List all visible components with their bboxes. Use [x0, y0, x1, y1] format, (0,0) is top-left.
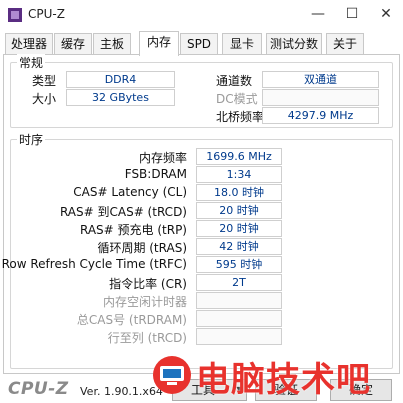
minimize-button[interactable]: —	[301, 0, 335, 30]
size-value: 32 GBytes	[66, 89, 175, 106]
type-value: DDR4	[66, 71, 175, 88]
tab-bench[interactable]: 测试分数	[266, 33, 322, 55]
timing-value: 595 时钟	[196, 256, 282, 273]
ok-button[interactable]: 确定	[330, 379, 392, 401]
timing-label: RAS# 到CAS# (tRCD)	[59, 205, 187, 219]
tab-memory[interactable]: 内存	[139, 31, 179, 56]
timing-label: 循环周期 (tRAS)	[97, 241, 187, 255]
validate-button[interactable]: 验证	[255, 379, 317, 401]
timing-label: 行至列 (tRCD)	[107, 331, 187, 345]
cpu-z-brand: CPU-Z	[8, 379, 69, 399]
timing-label: 内存频率	[138, 151, 187, 165]
timing-value: 1:34	[196, 166, 282, 183]
memory-panel: 常规 类型 DDR4 大小 32 GBytes 通道数 双通道 DC模式 北桥频…	[2, 54, 400, 374]
timing-value: 2T	[196, 274, 282, 291]
timing-value	[196, 310, 282, 327]
timing-label: FSB:DRAM	[124, 167, 187, 181]
timings-group-title: 时序	[17, 131, 46, 148]
tab-graphics[interactable]: 显卡	[222, 33, 262, 55]
timing-label: RAS# 预充电 (tRP)	[79, 223, 187, 237]
general-group: 常规 类型 DDR4 大小 32 GBytes 通道数 双通道 DC模式 北桥频…	[10, 54, 393, 128]
timing-value	[196, 292, 282, 309]
channels-value: 双通道	[262, 71, 379, 88]
timing-label: CAS# Latency (CL)	[73, 185, 187, 199]
title-bar: CPU-Z — ☐ ✕	[0, 0, 403, 30]
general-group-title: 常规	[17, 54, 46, 71]
timing-value	[196, 328, 282, 345]
size-label: 大小	[32, 92, 57, 106]
tab-spd[interactable]: SPD	[180, 33, 218, 55]
timing-label: 内存空闲计时器	[102, 295, 187, 309]
timing-value: 1699.6 MHz	[196, 148, 282, 165]
dc-mode-label: DC模式	[216, 92, 258, 106]
dc-mode-value	[262, 89, 379, 106]
timings-group: 时序 内存频率 1699.6 MHz FSB:DRAM 1:34 CAS# La…	[2, 131, 393, 369]
tools-button[interactable]: 工具	[172, 379, 234, 401]
timing-label: 总CAS号 (tRDRAM)	[76, 313, 187, 327]
maximize-button[interactable]: ☐	[335, 0, 369, 30]
northbridge-freq-label: 北桥频率	[216, 110, 265, 124]
close-button[interactable]: ✕	[369, 0, 403, 30]
window-title: CPU-Z	[28, 7, 65, 21]
channels-label: 通道数	[216, 74, 253, 88]
tools-dropdown-arrow-icon[interactable]: ▼	[233, 379, 247, 401]
version-text: Ver. 1.90.1.x64	[80, 385, 163, 398]
type-label: 类型	[32, 74, 57, 88]
timing-value: 42 时钟	[196, 238, 282, 255]
cpu-z-app-icon	[8, 8, 22, 22]
timing-label: 指令比率 (CR)	[109, 277, 187, 291]
tab-mainboard[interactable]: 主板	[93, 33, 131, 55]
tab-cache[interactable]: 缓存	[54, 33, 92, 55]
tab-bar: 处理器 缓存 主板 内存 SPD 显卡 测试分数 关于	[0, 31, 403, 56]
timing-label: Row Refresh Cycle Time (tRFC)	[1, 257, 187, 271]
timing-value: 18.0 时钟	[196, 184, 282, 201]
northbridge-freq-value: 4297.9 MHz	[262, 107, 379, 124]
timing-value: 20 时钟	[196, 220, 282, 237]
footer-bar: CPU-Z Ver. 1.90.1.x64 工具 ▼ 验证 确定	[0, 376, 403, 403]
tab-processor[interactable]: 处理器	[5, 33, 53, 55]
timing-value: 20 时钟	[196, 202, 282, 219]
tab-about[interactable]: 关于	[326, 33, 364, 55]
